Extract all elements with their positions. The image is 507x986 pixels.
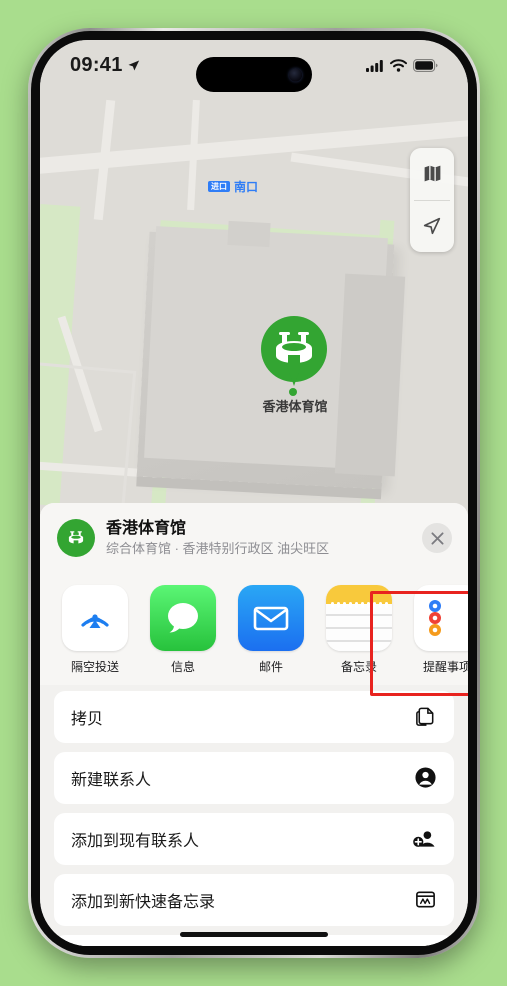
map-building-block xyxy=(334,273,406,477)
status-time-group: 09:41 xyxy=(70,54,141,77)
share-app-mail[interactable]: 邮件 xyxy=(238,584,304,675)
battery-full-icon xyxy=(413,58,438,72)
app-label: 邮件 xyxy=(258,659,283,674)
messages-icon xyxy=(150,584,216,651)
action-row-copy[interactable]: 拷贝 xyxy=(54,690,454,743)
map-building-block xyxy=(227,220,271,248)
entrance-label: 南口 xyxy=(234,180,259,194)
action-label: 新建联系人 xyxy=(71,771,152,789)
share-app-notes[interactable]: 备忘录 xyxy=(326,584,392,675)
copy-icon xyxy=(414,705,437,728)
signal-bars-icon xyxy=(366,59,383,72)
front-camera-lens-icon xyxy=(289,68,302,81)
place-avatar xyxy=(57,519,95,558)
share-app-airdrop[interactable]: 隔空投送 xyxy=(62,584,128,675)
place-info: 香港体育馆 综合体育馆 · 香港特别行政区 油尖旺区 xyxy=(106,519,411,558)
map-pin-label: 香港体育馆 xyxy=(262,399,328,414)
location-arrow-icon xyxy=(423,218,441,235)
map-view[interactable]: 进口 南口 香港体育馆 xyxy=(40,40,468,520)
share-sheet-header: 香港体育馆 综合体育馆 · 香港特别行政区 油尖旺区 xyxy=(40,503,468,571)
map-locate-button[interactable] xyxy=(410,201,454,253)
reminders-icon xyxy=(414,584,468,651)
home-indicator[interactable] xyxy=(180,932,328,937)
entrance-badge: 进口 xyxy=(208,180,230,193)
dynamic-island xyxy=(196,57,312,92)
action-row-add-existing-contact[interactable]: 添加到现有联系人 xyxy=(54,812,454,865)
map-building-outline xyxy=(40,359,137,520)
airdrop-icon xyxy=(62,584,128,651)
action-row-quick-note[interactable]: 添加到新快速备忘录 xyxy=(54,873,454,926)
action-label: 添加到新快速备忘录 xyxy=(71,893,216,911)
phone-screen: 进口 南口 香港体育馆 09:41 香港体育馆 综合体育馆 · 香港特别行政区 … xyxy=(40,40,468,946)
wifi-icon xyxy=(390,58,407,72)
map-place-pin[interactable] xyxy=(261,316,327,396)
stadium-icon xyxy=(68,531,84,545)
close-icon xyxy=(430,532,444,545)
pin-anchor-dot xyxy=(289,388,297,396)
quick-note-icon xyxy=(414,888,437,911)
app-label: 提醒事项 xyxy=(422,659,468,674)
close-button[interactable] xyxy=(422,523,452,554)
map-layers-icon xyxy=(424,165,440,182)
app-label: 信息 xyxy=(170,659,195,674)
map-layers-button[interactable] xyxy=(410,148,454,200)
status-time: 09:41 xyxy=(70,53,123,76)
map-entrance-marker[interactable]: 进口 南口 xyxy=(208,178,258,195)
place-title: 香港体育馆 xyxy=(106,520,187,537)
app-label: 备忘录 xyxy=(340,659,377,674)
share-apps-row[interactable]: 隔空投送 信息 邮件 备忘录 提醒事项 xyxy=(40,570,468,685)
person-circle-icon xyxy=(414,766,437,789)
phone-device-frame: 进口 南口 香港体育馆 09:41 香港体育馆 综合体育馆 · 香港特别行政区 … xyxy=(28,28,480,958)
status-indicators xyxy=(366,58,438,72)
app-label: 隔空投送 xyxy=(70,659,119,674)
action-label: 添加到现有联系人 xyxy=(71,832,200,850)
share-sheet: 香港体育馆 综合体育馆 · 香港特别行政区 油尖旺区 隔空投送 信息 邮件 备忘… xyxy=(40,503,468,946)
action-label: 拷贝 xyxy=(71,710,104,728)
share-app-reminders[interactable]: 提醒事项 xyxy=(414,584,468,675)
share-app-messages[interactable]: 信息 xyxy=(150,584,216,675)
location-arrow-icon xyxy=(128,60,139,70)
share-actions-list: 拷贝 新建联系人 添加到现有联系人 添加到新快速备忘录 xyxy=(40,685,468,946)
person-add-icon xyxy=(412,827,437,850)
map-controls[interactable] xyxy=(410,148,454,252)
mail-icon xyxy=(238,584,304,651)
action-row-new-contact[interactable]: 新建联系人 xyxy=(54,751,454,804)
place-subtitle: 综合体育馆 · 香港特别行政区 油尖旺区 xyxy=(106,541,330,556)
notes-icon xyxy=(326,584,392,651)
